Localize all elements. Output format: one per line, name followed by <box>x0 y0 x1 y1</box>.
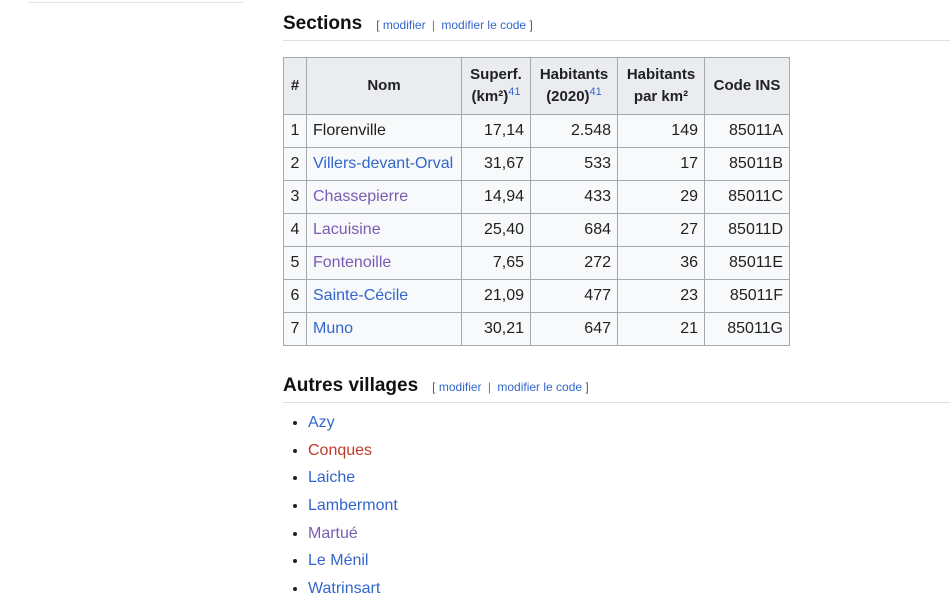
row-index: 4 <box>283 213 307 247</box>
row-index: 1 <box>283 114 307 148</box>
col-header-ins-code: Code INS <box>704 57 790 115</box>
row-index: 6 <box>283 279 307 313</box>
ins-code-value: 85011G <box>704 312 790 346</box>
ins-code-value: 85011E <box>704 246 790 280</box>
section-name-link[interactable]: Villers-devant-Orval <box>313 155 453 172</box>
village-link[interactable]: Le Ménil <box>308 552 368 569</box>
list-item: Conques <box>308 437 950 465</box>
area-value: 30,21 <box>461 312 531 346</box>
section-name: Villers-devant-Orval <box>306 147 462 181</box>
population-value: 2.548 <box>530 114 618 148</box>
density-value: 17 <box>617 147 705 181</box>
section-title: Sections <box>283 13 363 34</box>
area-value: 14,94 <box>461 180 531 214</box>
edit-section-links: [ modifier | modifier le code ] <box>432 380 589 394</box>
col-header-area: Superf. (km²)41 <box>461 57 531 115</box>
population-value: 647 <box>530 312 618 346</box>
table-row: 2 Villers-devant-Orval 31,67 533 17 85011B <box>283 147 790 181</box>
list-item: Le Ménil <box>308 547 950 575</box>
sidebar-divider <box>28 2 243 3</box>
edit-link[interactable]: modifier <box>383 18 426 32</box>
row-index: 2 <box>283 147 307 181</box>
ins-code-value: 85011C <box>704 180 790 214</box>
list-item: Azy <box>308 409 950 437</box>
edit-section-links: [ modifier | modifier le code ] <box>376 18 533 32</box>
area-value: 25,40 <box>461 213 531 247</box>
section-name: Sainte-Cécile <box>306 279 462 313</box>
edit-link[interactable]: modifier <box>439 380 482 394</box>
sections-table: # Nom Superf. (km²)41 Habitants (2020)41… <box>283 57 790 346</box>
reference-link[interactable]: 41 <box>508 86 520 98</box>
area-value: 31,67 <box>461 147 531 181</box>
density-value: 27 <box>617 213 705 247</box>
row-index: 7 <box>283 312 307 346</box>
population-value: 433 <box>530 180 618 214</box>
section-name: Lacuisine <box>306 213 462 247</box>
edit-source-link[interactable]: modifier le code <box>441 18 526 32</box>
table-row: 1 Florenville 17,14 2.548 149 85011A <box>283 114 790 148</box>
col-header-index: # <box>283 57 307 115</box>
table-row: 4 Lacuisine 25,40 684 27 85011D <box>283 213 790 247</box>
list-item: Laiche <box>308 464 950 492</box>
population-value: 272 <box>530 246 618 280</box>
table-row: 5 Fontenoille 7,65 272 36 85011E <box>283 246 790 280</box>
villages-list: Azy Conques Laiche Lambermont Martué Le Ménil… <box>283 409 950 603</box>
density-value: 21 <box>617 312 705 346</box>
section-name: Fontenoille <box>306 246 462 280</box>
village-link[interactable]: Conques <box>308 442 372 459</box>
list-item: Martué <box>308 520 950 548</box>
density-value: 36 <box>617 246 705 280</box>
population-value: 477 <box>530 279 618 313</box>
table-row: 3 Chassepierre 14,94 433 29 85011C <box>283 180 790 214</box>
section-name-link[interactable]: Fontenoille <box>313 254 391 271</box>
row-index: 3 <box>283 180 307 214</box>
ins-code-value: 85011F <box>704 279 790 313</box>
table-row: 7 Muno 30,21 647 21 85011G <box>283 312 790 346</box>
village-link[interactable]: Azy <box>308 414 335 431</box>
section-name-link[interactable]: Lacuisine <box>313 221 381 238</box>
village-link[interactable]: Laiche <box>308 469 355 486</box>
section-name-link[interactable]: Muno <box>313 320 353 337</box>
list-item: Watrinsart <box>308 575 950 603</box>
density-value: 23 <box>617 279 705 313</box>
density-value: 29 <box>617 180 705 214</box>
list-item: Lambermont <box>308 492 950 520</box>
col-header-name: Nom <box>306 57 462 115</box>
section-name-link[interactable]: Chassepierre <box>313 188 408 205</box>
density-value: 149 <box>617 114 705 148</box>
section-name-link[interactable]: Sainte-Cécile <box>313 287 408 304</box>
row-index: 5 <box>283 246 307 280</box>
edit-source-link[interactable]: modifier le code <box>497 380 582 394</box>
section-title: Autres villages <box>283 375 419 396</box>
area-value: 21,09 <box>461 279 531 313</box>
area-value: 7,65 <box>461 246 531 280</box>
table-header-row: # Nom Superf. (km²)41 Habitants (2020)41… <box>283 57 790 115</box>
reference-link[interactable]: 41 <box>590 86 602 98</box>
col-header-density: Habitants par km² <box>617 57 705 115</box>
area-value: 17,14 <box>461 114 531 148</box>
village-link[interactable]: Lambermont <box>308 497 398 514</box>
ins-code-value: 85011D <box>704 213 790 247</box>
section-name: Florenville <box>306 114 462 148</box>
article-content: Sections [ modifier | modifier le code ]… <box>283 0 950 603</box>
population-value: 684 <box>530 213 618 247</box>
village-link[interactable]: Watrinsart <box>308 580 380 597</box>
table-row: 6 Sainte-Cécile 21,09 477 23 85011F <box>283 279 790 313</box>
section-heading-sections: Sections [ modifier | modifier le code ] <box>283 10 950 41</box>
section-name: Chassepierre <box>306 180 462 214</box>
col-header-population: Habitants (2020)41 <box>530 57 618 115</box>
section-name: Muno <box>306 312 462 346</box>
population-value: 533 <box>530 147 618 181</box>
ins-code-value: 85011A <box>704 114 790 148</box>
section-heading-villages: Autres villages [ modifier | modifier le… <box>283 372 950 403</box>
ins-code-value: 85011B <box>704 147 790 181</box>
village-link[interactable]: Martué <box>308 525 358 542</box>
